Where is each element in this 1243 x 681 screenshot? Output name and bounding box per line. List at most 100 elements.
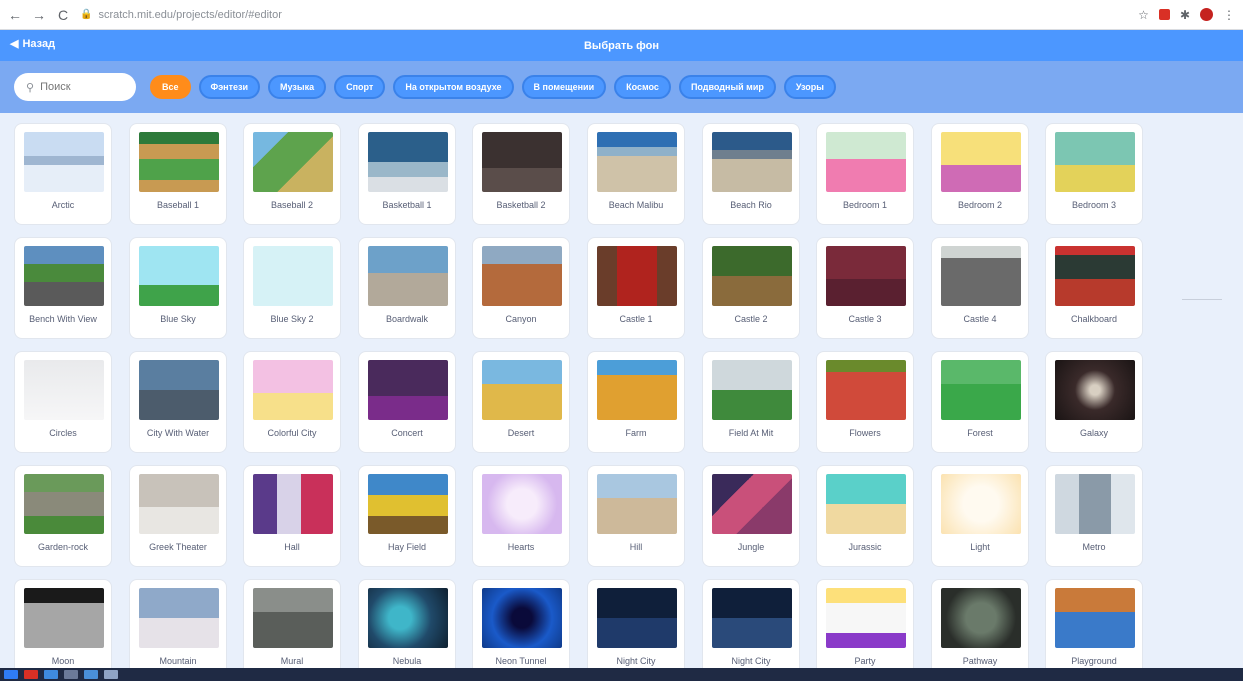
backdrop-tile[interactable]: Moon	[14, 579, 112, 668]
backdrop-tile[interactable]: Beach Malibu	[587, 123, 685, 225]
backdrop-tile[interactable]: Bedroom 2	[931, 123, 1029, 225]
backdrop-tile[interactable]: Garden-rock	[14, 465, 112, 567]
forward-arrow-icon[interactable]: →	[32, 7, 46, 23]
filter-tag[interactable]: Подводный мир	[678, 75, 776, 99]
reload-icon[interactable]: C	[56, 7, 70, 23]
backdrop-tile[interactable]: Field At Mit	[702, 351, 800, 453]
taskbar-app-icon[interactable]	[44, 670, 58, 679]
search-box[interactable]: ⚲	[14, 73, 136, 101]
backdrop-tile[interactable]: Desert	[472, 351, 570, 453]
search-input[interactable]	[40, 81, 121, 93]
backdrop-tile[interactable]: Blue Sky	[129, 237, 227, 339]
backdrop-tile[interactable]: Castle 2	[702, 237, 800, 339]
backdrop-tile[interactable]: Nebula	[358, 579, 456, 668]
backdrop-tile[interactable]: Hill	[587, 465, 685, 567]
taskbar-app-icon[interactable]	[24, 670, 38, 679]
backdrop-tile[interactable]: Circles	[14, 351, 112, 453]
extension-icon[interactable]	[1158, 9, 1170, 20]
backdrop-tile[interactable]: Bedroom 1	[816, 123, 914, 225]
backdrop-tile[interactable]: Galaxy	[1045, 351, 1143, 453]
backdrop-tile[interactable]: Greek Theater	[129, 465, 227, 567]
filter-tag[interactable]: Космос	[614, 75, 671, 99]
backdrop-tile[interactable]: Jurassic	[816, 465, 914, 567]
backdrop-tile[interactable]: Castle 1	[587, 237, 685, 339]
backdrop-thumbnail	[1055, 474, 1135, 534]
backdrop-tile[interactable]: Party	[816, 579, 914, 668]
backdrop-name: Chalkboard	[1070, 314, 1118, 324]
back-arrow-icon[interactable]: ←	[8, 7, 22, 23]
backdrop-tile[interactable]: Basketball 1	[358, 123, 456, 225]
backdrop-name: Hearts	[507, 542, 535, 552]
backdrop-tile[interactable]: Concert	[358, 351, 456, 453]
backdrop-tile[interactable]: Castle 4	[931, 237, 1029, 339]
scroll-indicator[interactable]	[1182, 299, 1222, 300]
backdrop-name: Bedroom 1	[842, 200, 888, 210]
extension-puzzle-icon[interactable]: ✱	[1180, 8, 1190, 22]
backdrop-tile[interactable]: Night City	[702, 579, 800, 668]
backdrop-tile[interactable]: Chalkboard	[1045, 237, 1143, 339]
filter-tag[interactable]: Узоры	[783, 75, 836, 99]
filter-tag[interactable]: В помещении	[521, 75, 607, 99]
backdrop-tile[interactable]: Bench With View	[14, 237, 112, 339]
backdrop-tile[interactable]: Metro	[1045, 465, 1143, 567]
backdrop-thumbnail	[24, 588, 104, 648]
backdrop-tile[interactable]: Forest	[931, 351, 1029, 453]
backdrop-name: Bench With View	[29, 314, 97, 324]
backdrop-name: Field At Mit	[728, 428, 774, 438]
backdrop-tile[interactable]: Jungle	[702, 465, 800, 567]
backdrop-name: Playground	[1071, 656, 1117, 666]
backdrop-tile[interactable]: Playground	[1045, 579, 1143, 668]
profile-avatar[interactable]	[1200, 8, 1213, 21]
backdrop-tile[interactable]: Hearts	[472, 465, 570, 567]
filter-tag[interactable]: Музыка	[268, 75, 327, 99]
backdrop-tile[interactable]: Neon Tunnel	[472, 579, 570, 668]
menu-dots-icon[interactable]: ⋮	[1223, 8, 1235, 22]
backdrop-tile[interactable]: City With Water	[129, 351, 227, 453]
backdrop-thumbnail	[24, 246, 104, 306]
backdrop-tile[interactable]: Light	[931, 465, 1029, 567]
backdrop-thumbnail	[941, 588, 1021, 648]
backdrop-tile[interactable]: Arctic	[14, 123, 112, 225]
backdrop-name: Bedroom 3	[1071, 200, 1117, 210]
address-bar[interactable]: 🔒 scratch.mit.edu/projects/editor/#edito…	[80, 9, 282, 21]
taskbar-app-icon[interactable]	[104, 670, 118, 679]
backdrop-tile[interactable]: Hall	[243, 465, 341, 567]
backdrop-thumbnail	[1055, 588, 1135, 648]
backdrop-thumbnail	[139, 246, 219, 306]
filter-tag[interactable]: Фэнтези	[198, 75, 261, 99]
backdrop-thumbnail	[826, 246, 906, 306]
backdrop-thumbnail	[482, 132, 562, 192]
backdrop-thumbnail	[712, 474, 792, 534]
backdrop-tile[interactable]: Mountain	[129, 579, 227, 668]
backdrop-tile[interactable]: Castle 3	[816, 237, 914, 339]
filter-tag[interactable]: Спорт	[334, 75, 386, 99]
back-button[interactable]: ◀ Назад	[10, 37, 55, 51]
backdrop-tile[interactable]: Colorful City	[243, 351, 341, 453]
backdrop-tile[interactable]: Night City	[587, 579, 685, 668]
backdrop-tile[interactable]: Basketball 2	[472, 123, 570, 225]
backdrop-tile[interactable]: Beach Rio	[702, 123, 800, 225]
backdrop-tile[interactable]: Blue Sky 2	[243, 237, 341, 339]
start-icon[interactable]	[4, 670, 18, 679]
backdrop-tile[interactable]: Canyon	[472, 237, 570, 339]
backdrop-tile[interactable]: Mural	[243, 579, 341, 668]
backdrop-tile[interactable]: Farm	[587, 351, 685, 453]
backdrop-tile[interactable]: Hay Field	[358, 465, 456, 567]
backdrop-tile[interactable]: Baseball 1	[129, 123, 227, 225]
taskbar-app-icon[interactable]	[84, 670, 98, 679]
backdrop-tile[interactable]: Boardwalk	[358, 237, 456, 339]
backdrop-tile[interactable]: Flowers	[816, 351, 914, 453]
backdrop-tile[interactable]: Pathway	[931, 579, 1029, 668]
taskbar-app-icon[interactable]	[64, 670, 78, 679]
search-icon: ⚲	[26, 81, 35, 94]
backdrop-thumbnail	[139, 588, 219, 648]
backdrop-name: Pathway	[962, 656, 998, 666]
bookmark-star-icon[interactable]: ☆	[1138, 8, 1149, 22]
backdrop-tile[interactable]: Baseball 2	[243, 123, 341, 225]
backdrop-thumbnail	[597, 132, 677, 192]
backdrop-name: Galaxy	[1079, 428, 1108, 438]
filter-tag[interactable]: На открытом воздухе	[393, 75, 514, 99]
filter-tag[interactable]: Все	[150, 75, 191, 99]
backdrop-tile[interactable]: Bedroom 3	[1045, 123, 1143, 225]
backdrop-name: Castle 1	[619, 314, 653, 324]
